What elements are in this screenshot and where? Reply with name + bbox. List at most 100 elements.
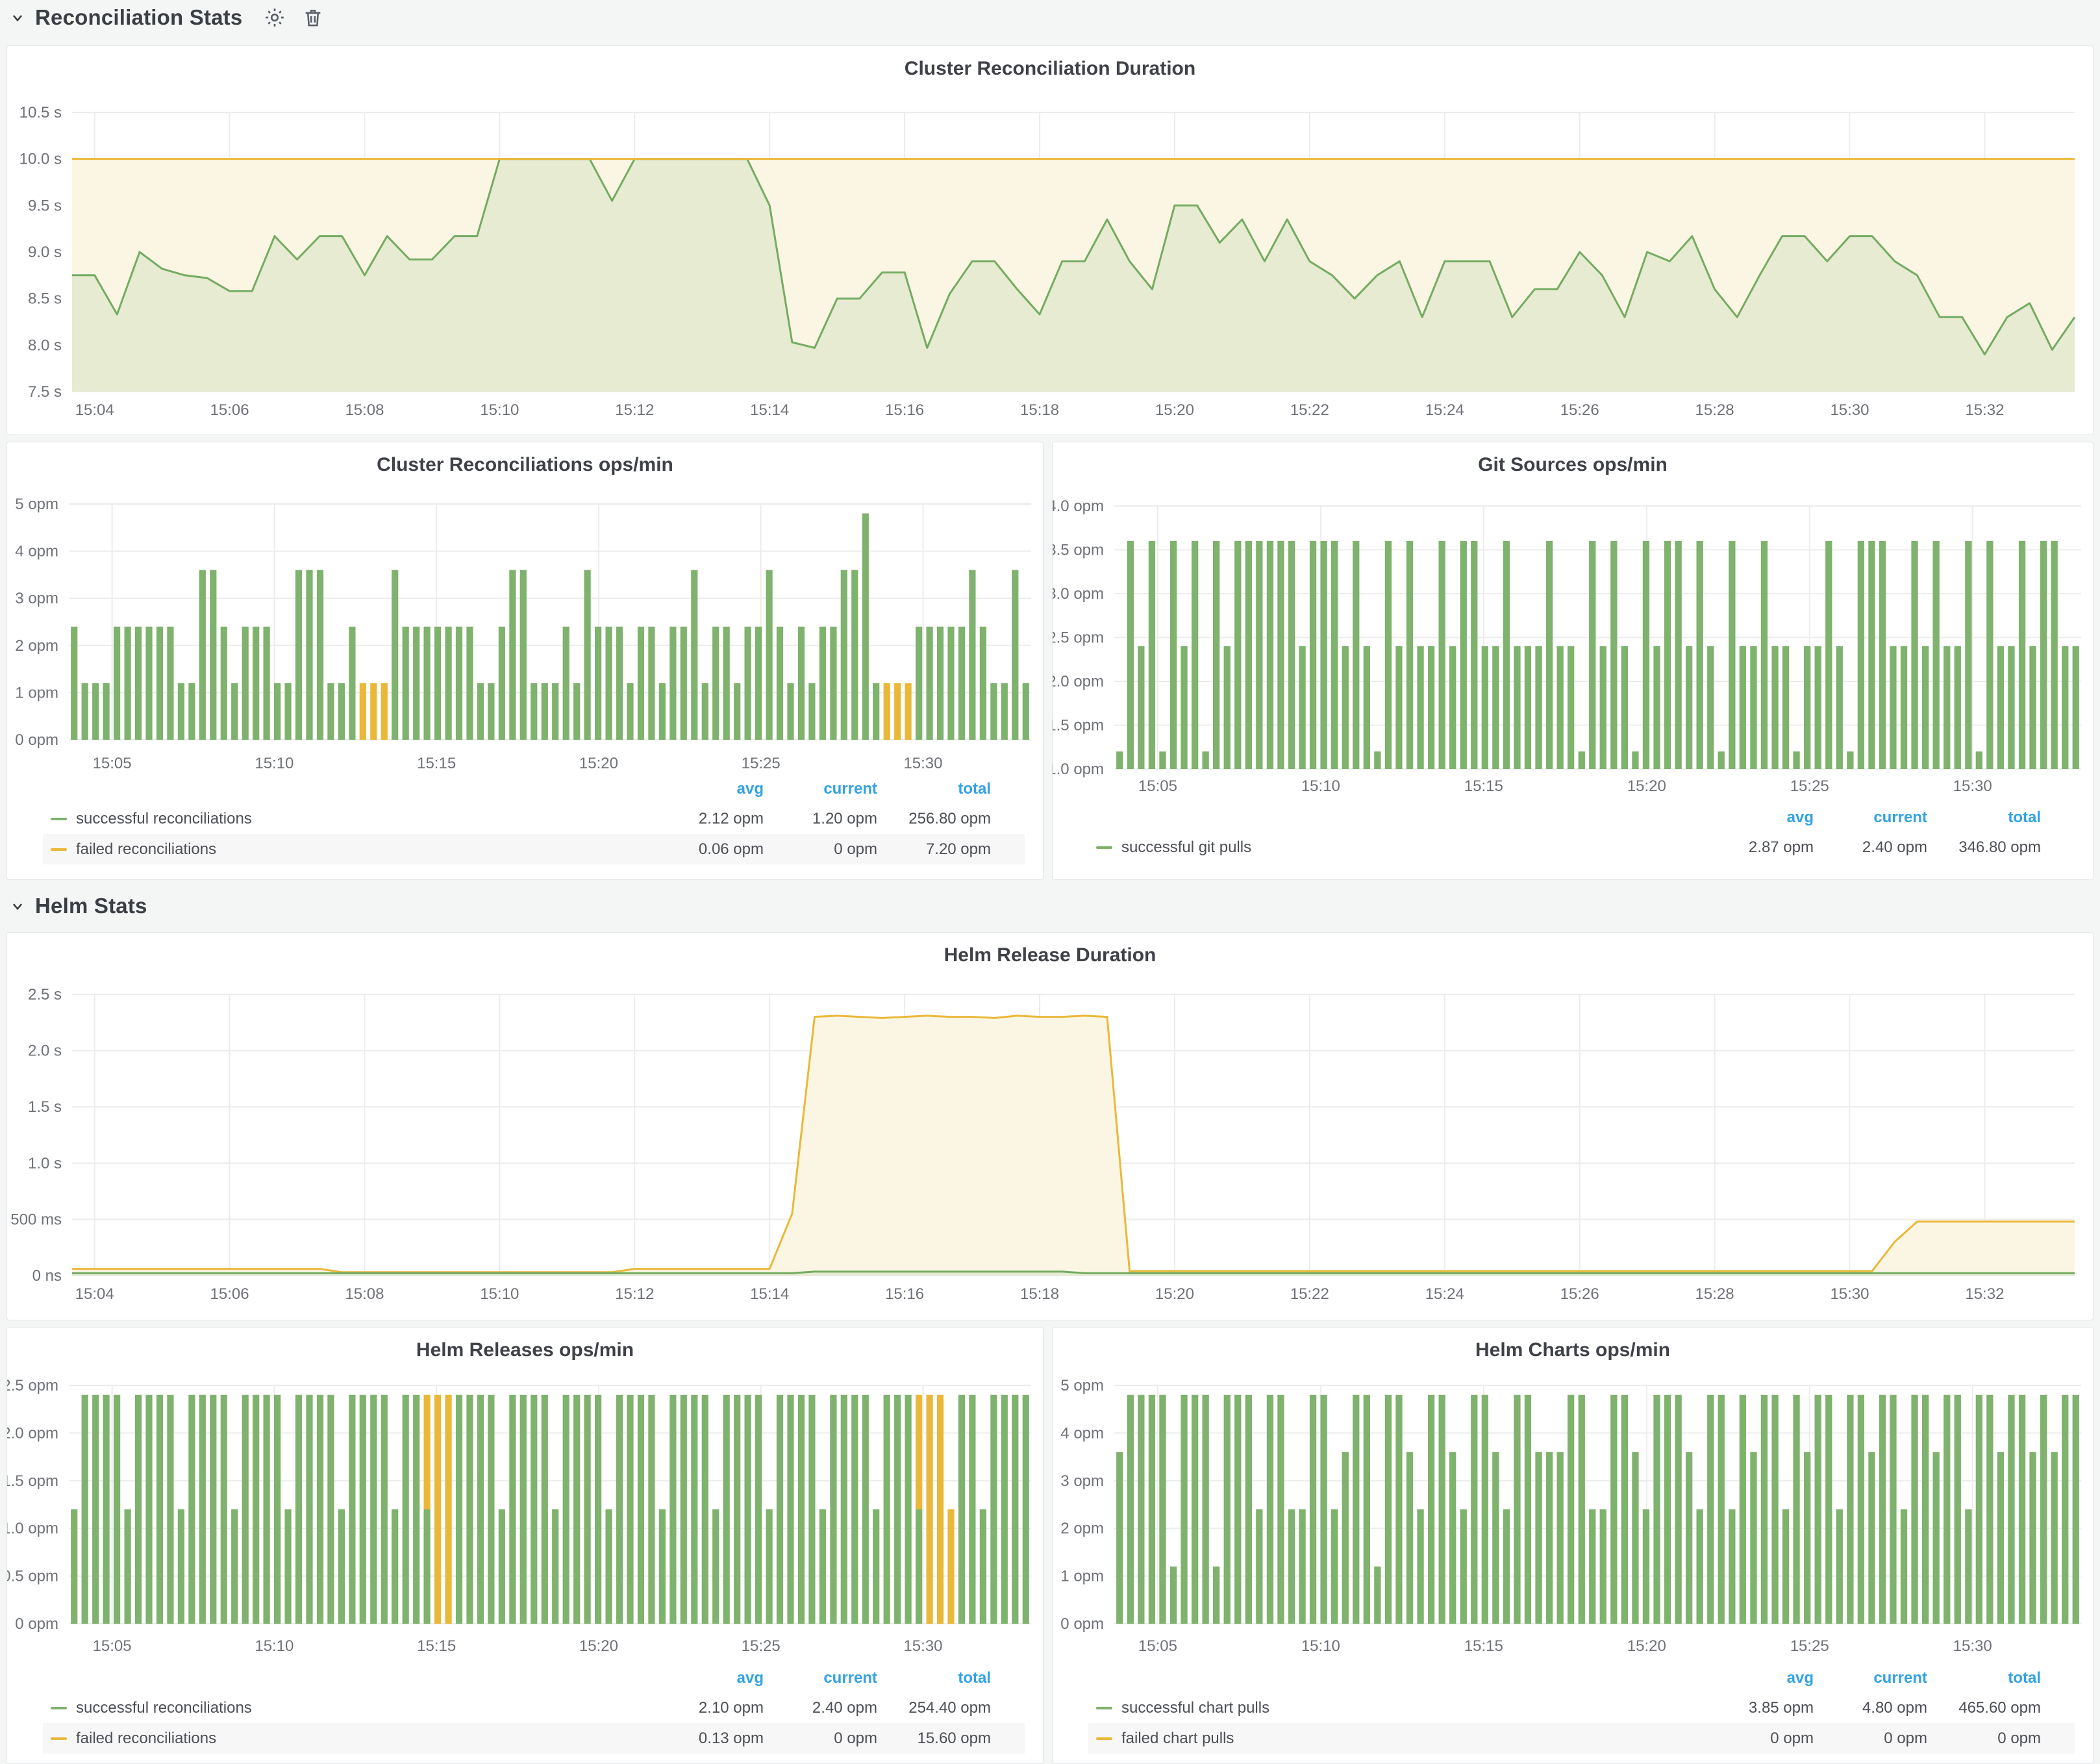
legend-value-avg: 2.87 opm: [1700, 838, 1814, 857]
svg-text:2.0 s: 2.0 s: [28, 1042, 62, 1060]
svg-text:1 opm: 1 opm: [1060, 1568, 1104, 1585]
svg-text:15:25: 15:25: [742, 755, 781, 772]
legend-header-total[interactable]: total: [1927, 1669, 2041, 1687]
section-helm-stats[interactable]: Helm Stats: [9, 894, 147, 918]
svg-text:15:14: 15:14: [750, 401, 789, 419]
legend-header-row: avgcurrenttotal: [43, 775, 1025, 803]
svg-text:15:15: 15:15: [417, 755, 456, 772]
legend-item[interactable]: failed chart pulls0 opm0 opm0 opm: [1088, 1723, 2075, 1754]
series-color-dash-icon: [1096, 1737, 1112, 1740]
series-name[interactable]: successful reconciliations: [76, 810, 650, 828]
legend-value-avg: 0.13 opm: [650, 1730, 764, 1748]
svg-text:4 opm: 4 opm: [1060, 1424, 1104, 1442]
svg-text:1.0 opm: 1.0 opm: [1053, 761, 1104, 778]
legend-value-avg: 3.85 opm: [1700, 1699, 1814, 1717]
svg-text:4.0 opm: 4.0 opm: [1053, 498, 1104, 515]
svg-text:15:05: 15:05: [93, 755, 132, 772]
panel-cluster-reconciliation-duration: Cluster Reconciliation Duration 15:0415:…: [6, 45, 2094, 435]
legend-value-total: 346.80 opm: [1927, 838, 2041, 857]
svg-text:3 opm: 3 opm: [1060, 1472, 1104, 1490]
legend-value-total: 465.60 opm: [1927, 1699, 2041, 1717]
svg-text:15:32: 15:32: [1965, 401, 2004, 419]
legend: avgcurrenttotal successful reconciliation…: [43, 1664, 1025, 1754]
legend-header-current[interactable]: current: [1814, 1669, 1927, 1687]
section-reconciliation-stats[interactable]: Reconciliation Stats: [9, 5, 324, 30]
legend-header-avg[interactable]: avg: [1700, 1669, 1814, 1687]
svg-text:15:16: 15:16: [885, 1285, 924, 1303]
svg-text:15:15: 15:15: [417, 1637, 456, 1655]
svg-text:1.5 opm: 1.5 opm: [7, 1472, 58, 1490]
legend-item[interactable]: failed reconciliations0.06 opm0 opm7.20 …: [43, 834, 1025, 864]
legend-item[interactable]: successful reconciliations2.10 opm2.40 o…: [43, 1693, 1025, 1723]
svg-text:9.0 s: 9.0 s: [28, 244, 62, 261]
legend-header-avg[interactable]: avg: [650, 1669, 764, 1687]
legend-header-total[interactable]: total: [1927, 809, 2041, 827]
svg-text:15:14: 15:14: [750, 1285, 789, 1303]
svg-text:8.5 s: 8.5 s: [28, 290, 62, 308]
legend-value-avg: 2.10 opm: [650, 1699, 764, 1717]
svg-text:3 opm: 3 opm: [15, 590, 58, 607]
cluster-reconciliation-duration-chart[interactable]: 15:0415:0615:0815:1015:1215:1415:1615:18…: [7, 46, 2093, 435]
svg-text:15:10: 15:10: [1301, 1637, 1340, 1655]
trash-icon[interactable]: [302, 6, 324, 29]
svg-text:15:15: 15:15: [1464, 1637, 1503, 1655]
chevron-down-icon[interactable]: [9, 898, 26, 914]
svg-text:15:20: 15:20: [1627, 1637, 1666, 1655]
legend-header-total[interactable]: total: [877, 1669, 991, 1687]
svg-text:15:08: 15:08: [345, 1285, 384, 1303]
series-color-dash-icon: [51, 1737, 67, 1740]
svg-text:3.5 opm: 3.5 opm: [1053, 542, 1104, 559]
series-name[interactable]: successful git pulls: [1121, 838, 1700, 857]
legend-header-avg[interactable]: avg: [650, 780, 764, 798]
legend-header-row: avgcurrenttotal: [1088, 1664, 2075, 1693]
legend-header-current[interactable]: current: [764, 1669, 877, 1687]
dashboard: Reconciliation Stats Cluster Reconciliat…: [0, 0, 2100, 1764]
panel-git-sources-opm: Git Sources ops/min 15:0515:1015:1515:20…: [1052, 442, 2094, 880]
helm-release-duration-chart[interactable]: 15:0415:0615:0815:1015:1215:1415:1615:18…: [7, 933, 2093, 1320]
svg-text:15:32: 15:32: [1965, 1285, 2004, 1303]
legend-value-total: 15.60 opm: [877, 1730, 991, 1748]
svg-text:0 opm: 0 opm: [15, 1615, 58, 1633]
legend-value-current: 4.80 opm: [1814, 1699, 1927, 1717]
series-name[interactable]: successful reconciliations: [76, 1699, 650, 1717]
svg-text:2.5 opm: 2.5 opm: [1053, 629, 1104, 647]
svg-text:2.0 opm: 2.0 opm: [1053, 673, 1104, 690]
svg-text:15:30: 15:30: [1830, 401, 1869, 419]
series-color-dash-icon: [1096, 846, 1112, 849]
gear-icon[interactable]: [263, 6, 286, 29]
svg-text:0.5 opm: 0.5 opm: [7, 1568, 58, 1585]
series-name[interactable]: failed chart pulls: [1121, 1730, 1700, 1748]
legend-header-total[interactable]: total: [877, 780, 991, 798]
svg-text:0 ns: 0 ns: [32, 1267, 62, 1285]
svg-text:15:06: 15:06: [210, 1285, 249, 1303]
svg-text:15:22: 15:22: [1290, 401, 1329, 419]
section-title[interactable]: Reconciliation Stats: [35, 5, 242, 30]
legend: avgcurrenttotalsuccessful reconciliation…: [43, 775, 1025, 864]
svg-text:2 opm: 2 opm: [15, 637, 58, 655]
legend-header-current[interactable]: current: [764, 780, 877, 798]
svg-text:15:28: 15:28: [1695, 1285, 1734, 1303]
legend-item[interactable]: successful reconciliations2.12 opm1.20 o…: [43, 803, 1025, 834]
legend-header-row: avgcurrenttotal: [1088, 803, 2075, 832]
series-name[interactable]: failed reconciliations: [76, 1730, 650, 1748]
legend-value-current: 0 opm: [1814, 1730, 1927, 1748]
svg-text:15:04: 15:04: [75, 1285, 114, 1303]
legend-item[interactable]: successful chart pulls3.85 opm4.80 opm46…: [1088, 1693, 2075, 1723]
chevron-down-icon[interactable]: [9, 9, 26, 26]
svg-text:15:30: 15:30: [903, 755, 942, 772]
series-name[interactable]: successful chart pulls: [1121, 1699, 1700, 1717]
svg-text:15:25: 15:25: [1790, 1637, 1829, 1655]
svg-text:500 ms: 500 ms: [10, 1211, 62, 1228]
section-title[interactable]: Helm Stats: [35, 894, 147, 918]
svg-text:0 opm: 0 opm: [1060, 1615, 1104, 1633]
legend-header-avg[interactable]: avg: [1700, 809, 1814, 827]
svg-text:15:30: 15:30: [1830, 1285, 1869, 1303]
svg-text:15:12: 15:12: [615, 401, 654, 419]
legend-item[interactable]: successful git pulls2.87 opm2.40 opm346.…: [1088, 832, 2075, 863]
series-name[interactable]: failed reconciliations: [76, 840, 650, 859]
legend-value-avg: 0.06 opm: [650, 840, 764, 859]
svg-text:8.0 s: 8.0 s: [28, 336, 62, 354]
legend-item[interactable]: failed reconciliations0.13 opm0 opm15.60…: [43, 1723, 1025, 1754]
svg-text:10.0 s: 10.0 s: [19, 151, 62, 168]
legend-header-current[interactable]: current: [1814, 809, 1927, 827]
